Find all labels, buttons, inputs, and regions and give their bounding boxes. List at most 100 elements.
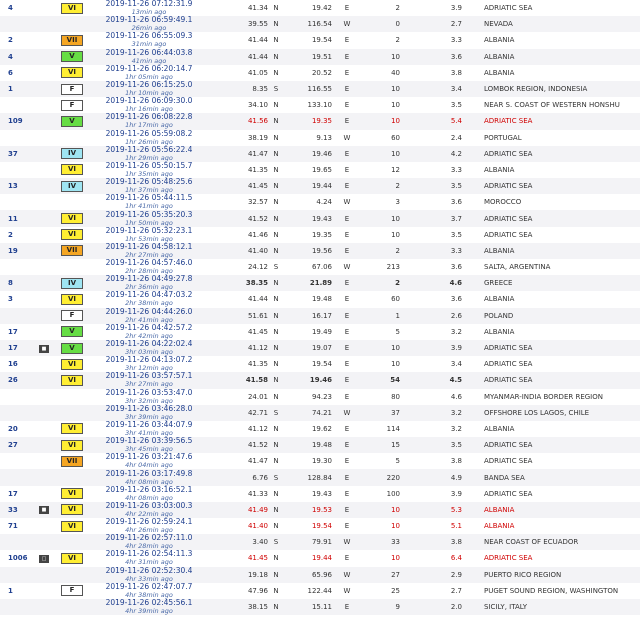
- table-row[interactable]: 27 VI 2019-11-26 03:39:56.5 3hr 45min ago 41…: [0, 437, 640, 454]
- felt-count[interactable]: 2: [0, 32, 36, 48]
- table-row[interactable]: 1 F 2019-11-26 06:15:25.0 1hr 10min ago 8.35…: [0, 80, 640, 98]
- datetime-link[interactable]: 2019-11-26 03:57:57.1 3hr 27min ago: [92, 372, 206, 388]
- event-date[interactable]: 2019-11-26 03:44:07.9: [92, 421, 206, 429]
- table-row[interactable]: 2019-11-26 03:17:49.8 4hr 08min ago 6.76 S 1…: [0, 469, 640, 486]
- event-date[interactable]: 2019-11-26 03:46:28.0: [92, 405, 206, 413]
- felt-count[interactable]: 11: [0, 210, 36, 226]
- intensity-badge[interactable]: [52, 130, 92, 146]
- event-date[interactable]: 2019-11-26 05:35:20.3: [92, 210, 206, 219]
- intensity-badge-label[interactable]: F: [61, 585, 83, 597]
- intensity-badge[interactable]: V: [52, 340, 92, 356]
- intensity-badge[interactable]: [52, 405, 92, 421]
- table-row[interactable]: 13 IV 2019-11-26 05:48:25.6 1hr 37min ago 41…: [0, 178, 640, 195]
- table-row[interactable]: 17 V 2019-11-26 04:42:57.2 2hr 42min ago 41.…: [0, 324, 640, 340]
- intensity-badge[interactable]: [52, 469, 92, 485]
- table-row[interactable]: 2019-11-26 03:53:47.0 3hr 32min ago 24.01 N…: [0, 389, 640, 405]
- intensity-badge[interactable]: VI: [52, 518, 92, 534]
- intensity-badge[interactable]: VI: [52, 421, 92, 437]
- event-date[interactable]: 2019-11-26 07:12:31.9: [92, 0, 206, 8]
- intensity-badge[interactable]: VII: [52, 32, 92, 48]
- table-row[interactable]: 6 VI 2019-11-26 06:20:14.7 1hr 05min ago 41.…: [0, 65, 640, 81]
- event-date[interactable]: 2019-11-26 04:44:26.0: [92, 308, 206, 316]
- intensity-badge-label[interactable]: VI: [61, 374, 83, 386]
- table-row[interactable]: 8 IV 2019-11-26 04:49:27.8 2hr 36min ago 38.…: [0, 275, 640, 292]
- felt-count[interactable]: [0, 16, 36, 32]
- intensity-badge[interactable]: V: [52, 113, 92, 129]
- event-date[interactable]: 2019-11-26 04:49:27.8: [92, 275, 206, 283]
- event-date[interactable]: 2019-11-26 06:20:14.7: [92, 65, 206, 73]
- datetime-link[interactable]: 2019-11-26 04:47:03.2 2hr 38min ago: [92, 291, 206, 307]
- datetime-link[interactable]: 2019-11-26 03:53:47.0 3hr 32min ago: [92, 389, 206, 405]
- felt-count[interactable]: [0, 194, 36, 210]
- table-row[interactable]: 26 VI 2019-11-26 03:57:57.1 3hr 27min ago 41…: [0, 372, 640, 389]
- felt-count[interactable]: [0, 130, 36, 146]
- intensity-badge[interactable]: IV: [52, 146, 92, 162]
- felt-count[interactable]: 71: [0, 518, 36, 534]
- datetime-link[interactable]: 2019-11-26 03:21:47.6 4hr 04min ago: [92, 453, 206, 469]
- intensity-badge-label[interactable]: VI: [61, 2, 83, 14]
- intensity-badge[interactable]: VI: [52, 210, 92, 226]
- felt-count[interactable]: 109: [0, 113, 36, 129]
- datetime-link[interactable]: 2019-11-26 07:12:31.9 13min ago: [92, 0, 206, 16]
- intensity-badge[interactable]: [52, 16, 92, 32]
- intensity-badge-label[interactable]: VI: [61, 439, 83, 451]
- datetime-link[interactable]: 2019-11-26 04:22:02.4 3hr 03min ago: [92, 340, 206, 356]
- intensity-badge-label[interactable]: VI: [61, 423, 83, 435]
- table-row[interactable]: 1 F 2019-11-26 02:47:07.7 4hr 38min ago 47.9…: [0, 583, 640, 599]
- event-date[interactable]: 2019-11-26 04:47:03.2: [92, 291, 206, 299]
- intensity-badge-label[interactable]: VII: [61, 455, 83, 467]
- event-date[interactable]: 2019-11-26 04:13:07.2: [92, 356, 206, 364]
- datetime-link[interactable]: 2019-11-26 06:55:09.3 31min ago: [92, 32, 206, 48]
- intensity-badge-label[interactable]: VII: [61, 245, 83, 257]
- table-row[interactable]: 17 ■ V 2019-11-26 04:22:02.4 3hr 03min ago 41…: [0, 339, 640, 357]
- table-row[interactable]: F 2019-11-26 04:44:26.0 2hr 41min ago 51.61…: [0, 307, 640, 324]
- felt-count[interactable]: 20: [0, 421, 36, 437]
- event-date[interactable]: 2019-11-26 04:22:02.4: [92, 340, 206, 348]
- felt-count[interactable]: 17: [0, 324, 36, 340]
- datetime-link[interactable]: 2019-11-26 04:58:12.1 2hr 27min ago: [92, 243, 206, 259]
- table-row[interactable]: 2019-11-26 02:45:56.1 4hr 39min ago 38.15 N…: [0, 598, 640, 616]
- camera-icon[interactable]: ■: [39, 344, 49, 353]
- table-row[interactable]: 4 V 2019-11-26 06:44:03.8 41min ago 41.44 N 19…: [0, 48, 640, 65]
- intensity-badge[interactable]: VI: [52, 437, 92, 453]
- felt-count[interactable]: [0, 567, 36, 583]
- event-date[interactable]: 2019-11-26 03:16:52.1: [92, 486, 206, 494]
- intensity-badge[interactable]: IV: [52, 275, 92, 291]
- felt-count[interactable]: 2: [0, 227, 36, 243]
- datetime-link[interactable]: 2019-11-26 04:44:26.0 2hr 41min ago: [92, 308, 206, 324]
- felt-count[interactable]: 16: [0, 356, 36, 372]
- intensity-badge[interactable]: [52, 259, 92, 275]
- event-date[interactable]: 2019-11-26 06:09:30.0: [92, 97, 206, 105]
- intensity-badge-label[interactable]: IV: [61, 148, 83, 160]
- intensity-badge[interactable]: VI: [52, 372, 92, 388]
- table-row[interactable]: 2019-11-26 02:52:30.4 4hr 33min ago 19.18 N…: [0, 566, 640, 583]
- felt-count[interactable]: 1: [0, 583, 36, 599]
- event-date[interactable]: 2019-11-26 06:59:49.1: [92, 16, 206, 24]
- event-date[interactable]: 2019-11-26 05:44:11.5: [92, 194, 206, 202]
- felt-count[interactable]: [0, 599, 36, 615]
- event-date[interactable]: 2019-11-26 02:59:24.1: [92, 518, 206, 526]
- event-date[interactable]: 2019-11-26 05:59:08.2: [92, 130, 206, 138]
- datetime-link[interactable]: 2019-11-26 05:44:11.5 1hr 41min ago: [92, 194, 206, 210]
- felt-count[interactable]: 4: [0, 49, 36, 65]
- datetime-link[interactable]: 2019-11-26 02:59:24.1 4hr 26min ago: [92, 518, 206, 534]
- datetime-link[interactable]: 2019-11-26 04:57:46.0 2hr 28min ago: [92, 259, 206, 275]
- intensity-badge-label[interactable]: IV: [61, 277, 83, 289]
- intensity-badge[interactable]: VII: [52, 453, 92, 469]
- intensity-badge[interactable]: F: [52, 583, 92, 599]
- intensity-badge-label[interactable]: VI: [61, 164, 83, 176]
- intensity-badge-label[interactable]: V: [61, 326, 83, 338]
- table-row[interactable]: 20 VI 2019-11-26 03:44:07.9 3hr 41min ago 41…: [0, 421, 640, 437]
- table-row[interactable]: 2019-11-26 02:57:11.0 4hr 28min ago 3.40 S 7…: [0, 534, 640, 551]
- felt-count[interactable]: [0, 453, 36, 469]
- event-date[interactable]: 2019-11-26 03:39:56.5: [92, 437, 206, 445]
- intensity-badge[interactable]: [52, 534, 92, 550]
- intensity-badge[interactable]: [52, 599, 92, 615]
- event-date[interactable]: 2019-11-26 02:45:56.1: [92, 599, 206, 607]
- felt-count[interactable]: 1006: [0, 550, 36, 566]
- intensity-badge[interactable]: [52, 194, 92, 210]
- intensity-badge-label[interactable]: VI: [61, 520, 83, 532]
- event-date[interactable]: 2019-11-26 05:50:15.7: [92, 162, 206, 170]
- event-date[interactable]: 2019-11-26 03:21:47.6: [92, 453, 206, 461]
- table-row[interactable]: 109 V 2019-11-26 06:08:22.8 1hr 17min ago 41…: [0, 113, 640, 130]
